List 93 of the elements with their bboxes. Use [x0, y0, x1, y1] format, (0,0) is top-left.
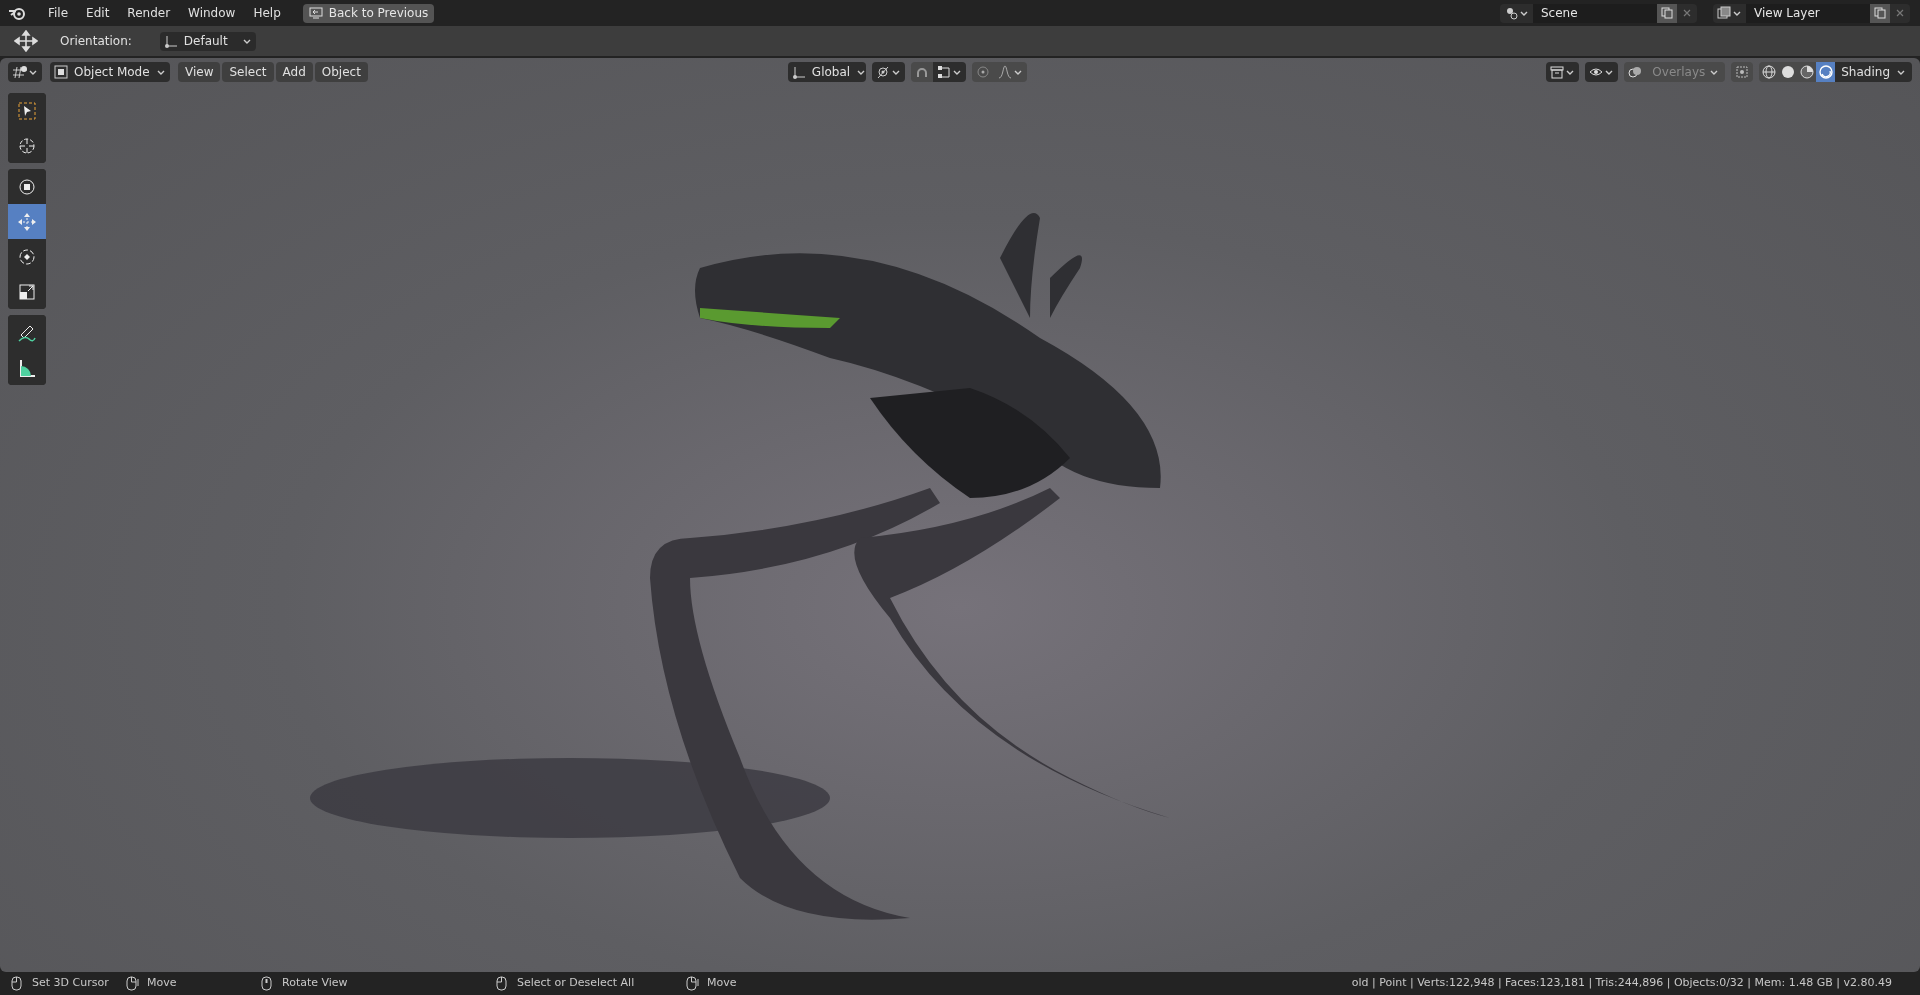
- move-arrows-icon: [14, 30, 38, 52]
- shading-mode-button[interactable]: [1797, 62, 1817, 82]
- move-icon: [17, 211, 37, 232]
- caret-icon: [156, 68, 166, 76]
- orientation-dropdown[interactable]: Default: [159, 31, 256, 51]
- blender-logo-icon: [8, 5, 26, 21]
- snap-toggle[interactable]: [910, 62, 933, 82]
- snap-dropdown[interactable]: [932, 62, 966, 82]
- copy-button[interactable]: [1657, 3, 1677, 23]
- menu-button[interactable]: View: [178, 62, 221, 82]
- magnet-icon: [914, 65, 929, 79]
- transform-orientation-dropdown[interactable]: Global: [787, 62, 866, 82]
- menu-item[interactable]: Window: [180, 1, 244, 25]
- object-mode-icon: [54, 65, 68, 79]
- right-drag-icon: [685, 976, 699, 991]
- close-icon: [1682, 8, 1692, 18]
- caret-icon: [1896, 68, 1906, 76]
- close-icon: [1895, 8, 1905, 18]
- status-hint: Move: [147, 975, 177, 992]
- solid-sphere-icon: [1780, 65, 1795, 79]
- viewport-icon: [12, 65, 28, 79]
- scale-icon: [17, 281, 37, 302]
- visibility-dropdown[interactable]: [1585, 62, 1619, 82]
- status-hint: Set 3D Cursor: [32, 975, 109, 992]
- menu-item[interactable]: Help: [245, 1, 289, 25]
- caret-icon: [951, 68, 962, 76]
- layers-icon: [1717, 6, 1731, 20]
- back-to-previous-button[interactable]: Back to Previous: [302, 3, 435, 23]
- middle-click-icon: [260, 976, 274, 991]
- view-layer-name-field[interactable]: View Layer: [1746, 3, 1870, 23]
- scene-icon: [1504, 6, 1518, 20]
- status-hint: Select or Deselect All: [517, 975, 635, 992]
- mode-dropdown[interactable]: Object Mode: [50, 62, 170, 82]
- box-icon: [1550, 65, 1565, 79]
- rendered-sphere-icon: [1818, 65, 1833, 79]
- overlays-toggle[interactable]: [1624, 62, 1647, 82]
- status-hint: Move: [707, 975, 737, 992]
- menu-button[interactable]: Object: [314, 62, 368, 82]
- axis-icon: [791, 65, 806, 79]
- caret-icon: [28, 68, 38, 76]
- caret-icon: [1012, 68, 1023, 76]
- monitor-icon: [308, 7, 323, 19]
- caret-icon: [856, 68, 867, 76]
- snap-element-icon: [936, 65, 951, 79]
- proportional-icon: [975, 65, 990, 79]
- scene-name-field[interactable]: Scene: [1533, 3, 1657, 23]
- select-box-icon: [17, 100, 37, 121]
- shading-mode-button[interactable]: [1816, 62, 1836, 82]
- copy-icon: [1661, 7, 1673, 19]
- scene-statistics: old | Point | Verts:122,948 | Faces:123,181 | Tris:244,896 | Objects:0/32 | Mem: 1.48 GB | v2.80.49: [1351, 975, 1892, 992]
- axis-icon: [163, 34, 178, 48]
- orientation-label: Orientation:: [60, 33, 132, 50]
- transform-icon: [17, 176, 37, 197]
- copy-button[interactable]: [1870, 3, 1890, 23]
- caret-icon: [890, 68, 901, 76]
- wireframe-sphere-icon: [1761, 65, 1776, 79]
- proportional-edit-toggle[interactable]: [971, 62, 994, 82]
- caret-icon: [1604, 68, 1615, 76]
- copy-icon: [1874, 7, 1886, 19]
- shading-dropdown[interactable]: Shading: [1835, 62, 1912, 82]
- left-click-icon: [10, 976, 24, 991]
- menu-item[interactable]: Edit: [78, 1, 118, 25]
- menu-button[interactable]: Add: [275, 62, 313, 82]
- caret-icon: [1732, 9, 1742, 17]
- falloff-dropdown[interactable]: [993, 62, 1027, 82]
- rotate-icon: [17, 246, 37, 267]
- overlays-icon: [1628, 65, 1643, 79]
- menu-item[interactable]: Render: [119, 1, 179, 25]
- close-button[interactable]: [1890, 3, 1910, 23]
- caret-icon: [1565, 68, 1576, 76]
- material-sphere-icon: [1799, 65, 1814, 79]
- xray-toggle[interactable]: [1731, 62, 1754, 82]
- cursor-icon: [17, 135, 37, 156]
- caret-icon: [1709, 68, 1720, 76]
- scene-browse-button[interactable]: [1500, 3, 1533, 23]
- caret-icon: [241, 37, 252, 45]
- editor-type-button[interactable]: [8, 62, 42, 82]
- menu-button[interactable]: Select: [222, 62, 274, 82]
- close-button[interactable]: [1677, 3, 1697, 23]
- view-object-types-dropdown[interactable]: [1546, 62, 1580, 82]
- pivot-icon: [875, 65, 890, 79]
- menu-item[interactable]: File: [40, 1, 77, 25]
- falloff-curve-icon: [997, 65, 1012, 79]
- ruler-icon: [17, 357, 37, 378]
- viewport[interactable]: Object Mode View Select Add Object Global Overlays Shading: [0, 58, 1920, 972]
- caret-icon: [1519, 9, 1529, 17]
- view-layer-browse-button[interactable]: [1713, 3, 1746, 23]
- right-drag-icon: [125, 976, 139, 991]
- status-hint: Rotate View: [282, 975, 348, 992]
- left-click-icon: [495, 976, 509, 991]
- xray-icon: [1735, 65, 1750, 79]
- eye-icon: [1589, 65, 1604, 79]
- pivot-dropdown[interactable]: [871, 62, 905, 82]
